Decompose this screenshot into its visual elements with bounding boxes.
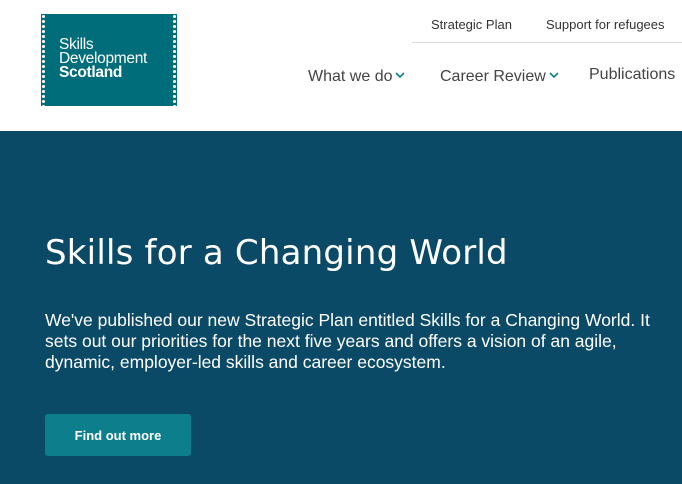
- nav-item-what-we-do[interactable]: What we do: [308, 66, 406, 86]
- site-header: Skills Development Scotland Strategic Pl…: [0, 0, 682, 131]
- nav-item-label: Publications: [589, 66, 676, 83]
- chevron-down-icon: [549, 66, 559, 84]
- nav-item-label: What we do: [308, 68, 393, 85]
- util-link-support-refugees[interactable]: Support for refugees: [546, 17, 665, 32]
- util-link-strategic-plan[interactable]: Strategic Plan: [431, 17, 512, 32]
- chevron-down-icon: [395, 66, 406, 84]
- find-out-more-button[interactable]: Find out more: [45, 414, 191, 456]
- sds-logo[interactable]: Skills Development Scotland: [41, 14, 177, 106]
- hero-banner: Skills for a Changing World We've publis…: [0, 131, 682, 484]
- nav-item-label: Career Review: [440, 68, 546, 85]
- hero-title: Skills for a Changing World: [45, 233, 508, 273]
- nav-item-publications[interactable]: Publications: [589, 66, 675, 84]
- nav-item-career-review[interactable]: Career Review: [440, 66, 559, 86]
- utility-nav-divider: [412, 42, 682, 43]
- main-navigation: What we do Career Review Publications: [0, 66, 682, 88]
- hero-description: We've published our new Strategic Plan e…: [45, 310, 650, 372]
